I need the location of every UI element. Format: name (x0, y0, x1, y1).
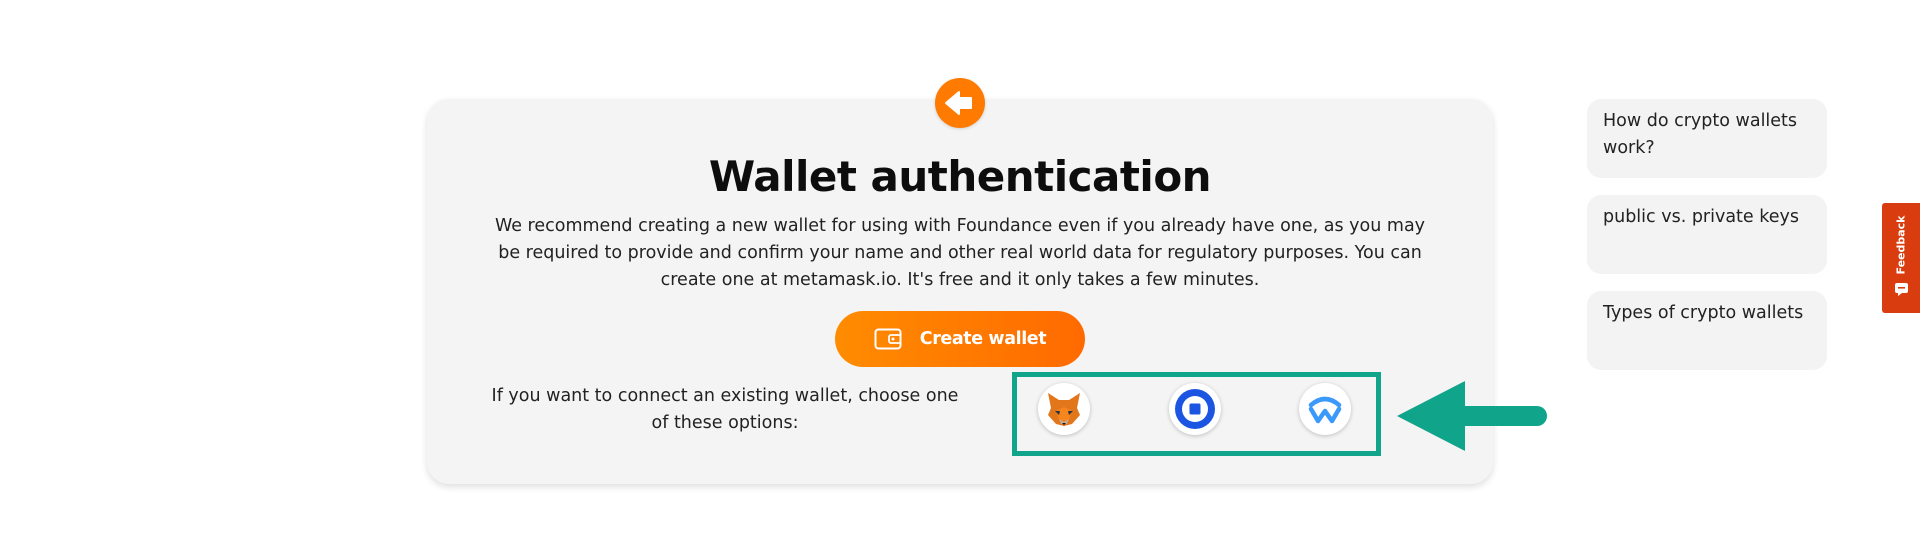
arrow-left-icon (945, 91, 972, 115)
wallet-icon (874, 328, 902, 350)
feedback-label: Feedback (1894, 215, 1908, 275)
coinbase-wallet-option[interactable] (1169, 383, 1221, 435)
help-item-public-private-keys[interactable]: public vs. private keys (1587, 195, 1827, 274)
walletconnect-option[interactable] (1299, 383, 1351, 435)
help-item-crypto-wallets-work[interactable]: How do crypto wallets work? (1587, 99, 1827, 178)
wallet-recommendation-text: We recommend creating a new wallet for u… (494, 216, 1426, 290)
page-title: Wallet authentication (708, 152, 1212, 201)
walletconnect-icon (1308, 396, 1342, 424)
highlight-arrow-icon (1397, 381, 1547, 451)
feedback-tab[interactable]: Feedback (1882, 203, 1920, 313)
coinbase-wallet-icon (1175, 389, 1215, 429)
help-item-types-of-wallets[interactable]: Types of crypto wallets (1587, 291, 1827, 370)
connect-existing-wallet-text: If you want to connect an existing walle… (491, 386, 959, 433)
metamask-fox-icon (1048, 393, 1080, 426)
create-wallet-button[interactable]: Create wallet (835, 311, 1085, 367)
create-wallet-label: Create wallet (919, 329, 1047, 349)
metamask-option[interactable] (1038, 383, 1090, 435)
chat-bubble-icon (1895, 283, 1908, 296)
back-button[interactable] (935, 78, 985, 128)
